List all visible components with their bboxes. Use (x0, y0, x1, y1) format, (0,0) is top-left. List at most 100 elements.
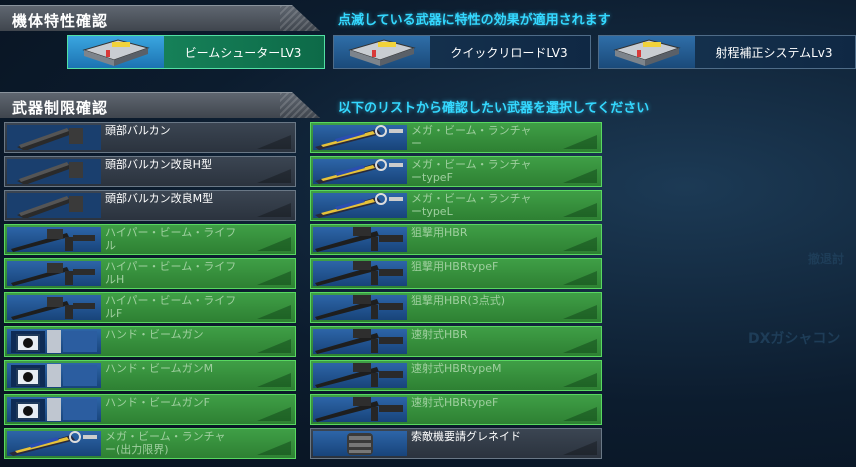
hand-beam-gun-icon (11, 398, 97, 421)
vulcan-cannon-icon (7, 159, 101, 185)
trait-card-range-correction[interactable]: 射程補正システムLv3 (598, 35, 856, 69)
row-corner-decoration (563, 373, 597, 387)
weapon-row[interactable]: 頭部バルカン (4, 122, 296, 153)
weapons-section-title: 武器制限確認 (12, 99, 109, 117)
row-corner-decoration (257, 203, 291, 217)
weapon-thumbnail (7, 125, 101, 151)
row-corner-decoration (563, 237, 597, 251)
trait-label: クイックリロードLV3 (450, 46, 568, 60)
vulcan-cannon-icon (7, 125, 101, 151)
trait-module-icon (348, 39, 416, 66)
row-corner-decoration (257, 271, 291, 285)
weapon-name: 頭部バルカン改良M型 (105, 192, 214, 205)
weapon-row[interactable]: 速射式HBRtypeM (310, 360, 602, 391)
weapon-name: 頭部バルカン (105, 124, 171, 137)
weapon-row[interactable]: ハンド・ビームガンF (4, 394, 296, 425)
weapon-row[interactable]: ハイパー・ビーム・ライフ ルF (4, 292, 296, 323)
weapon-thumbnail (313, 397, 407, 422)
weapon-row[interactable]: 速射式HBRtypeF (310, 394, 602, 425)
weapons-section-header: 武器制限確認 (0, 92, 320, 118)
weapon-name: メガ・ビーム・ランチャ ー(出力限界) (105, 430, 226, 456)
sniper-rifle-icon (315, 397, 403, 422)
weapon-thumbnail (313, 363, 407, 388)
weapon-name: メガ・ビーム・ランチャ ーtypeL (411, 192, 532, 218)
weapon-thumbnail (313, 261, 407, 286)
row-corner-decoration (563, 305, 597, 319)
row-corner-decoration (563, 169, 597, 183)
weapon-thumbnail (313, 193, 407, 218)
beam-rifle-icon (11, 263, 95, 286)
weapon-name: 速射式HBRtypeF (411, 396, 499, 409)
row-corner-decoration (257, 373, 291, 387)
beam-rifle-icon (11, 229, 95, 252)
weapon-name: ハイパー・ビーム・ライフ ルH (105, 260, 237, 286)
weapon-row[interactable]: メガ・ビーム・ランチャ ー(出力限界) (4, 428, 296, 459)
weapon-row[interactable]: ハイパー・ビーム・ライフ ルH (4, 258, 296, 289)
weapon-name: ハンド・ビームガン (105, 328, 204, 341)
weapon-name: ハンド・ビームガンM (105, 362, 214, 375)
row-corner-decoration (257, 441, 291, 455)
weapon-row[interactable]: メガ・ビーム・ランチャ ーtypeF (310, 156, 602, 187)
weapon-name: ハンド・ビームガンF (105, 396, 210, 409)
weapon-thumbnail (313, 159, 407, 184)
row-corner-decoration (563, 135, 597, 149)
trait-label: ビームシューターLV3 (184, 46, 302, 60)
weapon-thumbnail (7, 431, 101, 456)
traits-section-title: 機体特性確認 (12, 12, 109, 30)
background-ghost-text-1: DXガシャコン (748, 331, 841, 347)
hand-beam-gun-icon (11, 364, 97, 387)
weapon-row[interactable]: ハンド・ビームガンM (4, 360, 296, 391)
weapon-row[interactable]: ハンド・ビームガン (4, 326, 296, 357)
weapon-row[interactable]: 頭部バルカン改良H型 (4, 156, 296, 187)
weapon-name: 頭部バルカン改良H型 (105, 158, 212, 171)
sniper-rifle-icon (315, 295, 403, 320)
weapon-name: メガ・ビーム・ランチャ ーtypeF (411, 158, 532, 184)
trait-module-icon (613, 39, 681, 66)
sniper-rifle-icon (315, 363, 403, 388)
weapon-row[interactable]: メガ・ビーム・ランチャ ー (310, 122, 602, 153)
weapon-thumbnail (7, 329, 101, 354)
row-corner-decoration (257, 169, 291, 183)
weapon-row[interactable]: 狙撃用HBR (310, 224, 602, 255)
row-corner-decoration (563, 271, 597, 285)
row-corner-decoration (563, 203, 597, 217)
weapon-thumbnail (7, 193, 101, 219)
traits-section-hint: 点滅している武器に特性の効果が適用されます (338, 13, 611, 28)
hand-beam-gun-icon (11, 330, 97, 353)
grenade-icon (347, 433, 373, 455)
row-corner-decoration (257, 237, 291, 251)
weapon-thumbnail (313, 431, 407, 456)
traits-section-header: 機体特性確認 (0, 5, 320, 31)
row-corner-decoration (563, 339, 597, 353)
weapon-row[interactable]: 速射式HBR (310, 326, 602, 357)
weapon-row[interactable]: メガ・ビーム・ランチャ ーtypeL (310, 190, 602, 221)
weapon-name: 速射式HBR (411, 328, 468, 341)
weapon-name: ハイパー・ビーム・ライフ ル (105, 226, 237, 252)
beam-rifle-icon (11, 297, 95, 320)
weapons-section-hint: 以下のリストから確認したい武器を選択してください (338, 101, 650, 116)
weapon-thumbnail (313, 295, 407, 320)
weapon-row[interactable]: ハイパー・ビーム・ライフ ル (4, 224, 296, 255)
row-corner-decoration (257, 135, 291, 149)
weapon-name: 狙撃用HBR (411, 226, 468, 239)
background-ghost-text-2: 撤退討 (808, 252, 845, 266)
weapon-name: 狙撃用HBRtypeF (411, 260, 499, 273)
row-corner-decoration (563, 441, 597, 455)
weapon-row[interactable]: 頭部バルカン改良M型 (4, 190, 296, 221)
mega-beam-launcher-icon (315, 159, 403, 184)
weapon-thumbnail (7, 159, 101, 185)
weapon-thumbnail (7, 295, 101, 320)
sniper-rifle-icon (315, 227, 403, 252)
trait-icon-box (68, 36, 164, 68)
weapon-row[interactable]: 狙撃用HBRtypeF (310, 258, 602, 289)
vulcan-cannon-icon (7, 193, 101, 219)
sniper-rifle-icon (315, 261, 403, 286)
trait-card-quick-reload[interactable]: クイックリロードLV3 (333, 35, 591, 69)
weapon-row[interactable]: 狙撃用HBR(3点式) (310, 292, 602, 323)
trait-card-beam-shooter[interactable]: ビームシューターLV3 (67, 35, 325, 69)
mega-beam-launcher-icon (9, 431, 97, 456)
weapon-name: ハイパー・ビーム・ライフ ルF (105, 294, 237, 320)
weapon-thumbnail (7, 363, 101, 388)
weapon-row[interactable]: 索敵機要請グレネイド (310, 428, 602, 459)
row-corner-decoration (563, 407, 597, 421)
